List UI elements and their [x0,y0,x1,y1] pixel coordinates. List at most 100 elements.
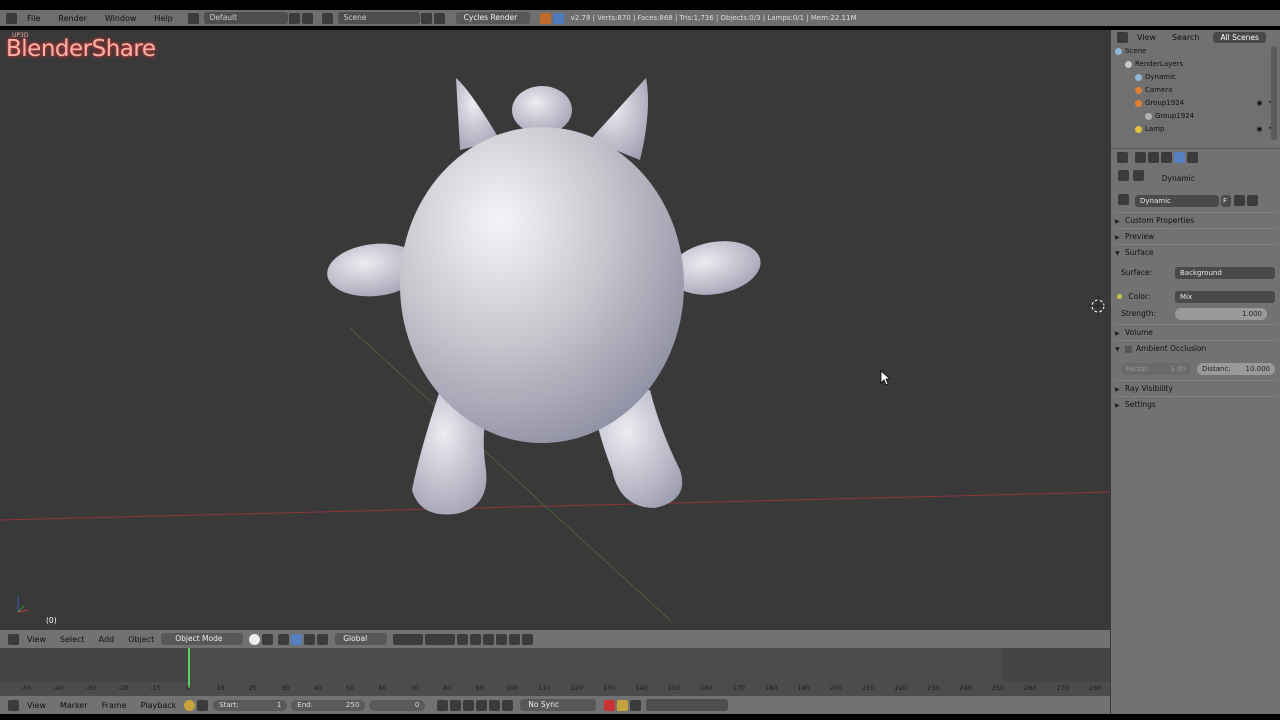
outliner-row-lamp[interactable]: Lamp ◉↖▣ [1135,123,1280,136]
current-frame-field[interactable]: 0 [369,699,426,711]
panel-surface[interactable]: ▼ Surface [1115,244,1277,260]
new-world-icon[interactable] [1234,195,1245,206]
timeline-menu-marker[interactable]: Marker [53,701,95,710]
auto-keying-icon[interactable] [184,699,196,711]
editor-type-icon-timeline[interactable] [8,699,19,711]
prev-keyframe-icon[interactable] [450,699,462,711]
panel-preview[interactable]: ▶ Preview [1115,228,1277,244]
keying-set-field[interactable] [646,699,729,711]
playhead[interactable] [188,648,190,688]
keying-set-icon[interactable] [617,699,629,711]
lock-layer-icon[interactable] [457,633,469,645]
mesh-object-group1924[interactable] [325,78,765,515]
outliner-row-renderlayers[interactable]: RenderLayers [1125,58,1280,71]
editor-type-icon[interactable] [6,12,17,24]
viewport-canvas[interactable] [0,30,1110,630]
start-frame-field[interactable]: Start: 1 [213,699,288,711]
transform-orientation[interactable]: Global [335,633,388,645]
fake-user-button[interactable]: F [1221,195,1231,207]
play-reverse-icon[interactable] [463,699,475,711]
render-tab-icon[interactable] [1135,151,1146,163]
outliner-row-mesh-data[interactable]: Group1924 [1145,110,1280,123]
add-scene-icon[interactable] [420,12,432,24]
proportional-edit-icon[interactable] [470,633,482,645]
jump-end-icon[interactable] [502,699,514,711]
preview-range-icon[interactable] [197,699,209,711]
object-tab-icon[interactable] [1187,151,1198,163]
panel-ambient-occlusion[interactable]: ▼ Ambient Occlusion [1115,340,1277,356]
ao-checkbox[interactable] [1125,345,1132,353]
pivot-icon[interactable] [262,633,274,645]
manipulator-icon[interactable] [278,633,290,645]
snap-icon[interactable] [483,633,495,645]
render-engine-selector[interactable]: Cycles Render [455,12,530,24]
outliner-row-group[interactable]: Group1924 ◉↖▣ [1135,97,1280,110]
color-socket-icon[interactable] [1117,294,1122,299]
menu-view[interactable]: View [20,635,53,644]
remove-scene-icon[interactable] [433,12,445,24]
menu-render[interactable]: Render [49,14,95,23]
outliner-row-world[interactable]: Dynamic [1135,71,1280,84]
snap-target-icon[interactable] [496,633,508,645]
color-input-selector[interactable]: Mix [1175,291,1275,303]
world-tab-icon[interactable] [1174,151,1185,163]
world-name-field[interactable]: Dynamic [1135,195,1219,207]
outliner-row-camera[interactable]: Camera [1135,84,1280,97]
insert-keyframe-icon[interactable] [630,699,642,711]
outliner-display-mode[interactable]: All Scenes [1213,31,1266,43]
rotate-icon[interactable] [304,633,316,645]
layers-icon-2[interactable] [425,633,456,645]
outliner-editor-icon[interactable] [1117,31,1128,43]
opengl-render-icon[interactable] [509,633,521,645]
properties-editor-icon[interactable] [1117,151,1128,163]
menu-add[interactable]: Add [92,635,122,644]
outliner-menu-view[interactable]: View [1129,33,1164,42]
outliner-tree[interactable]: Scene RenderLayers Dynamic Camera Group1… [1111,44,1280,140]
jump-start-icon[interactable] [437,699,449,711]
record-icon[interactable] [604,699,616,711]
unlink-world-icon[interactable] [1247,195,1258,206]
scene-tab-icon[interactable] [1161,151,1172,163]
opengl-anim-icon[interactable] [522,633,534,645]
scale-icon[interactable] [317,633,329,645]
3d-viewport[interactable]: UP3D BlenderShare (0) [0,30,1110,630]
end-frame-field[interactable]: End: 250 [291,699,366,711]
layout-selector[interactable]: Default [203,12,288,24]
mode-selector[interactable]: Object Mode [161,633,244,645]
menu-help[interactable]: Help [145,14,181,23]
outliner-menu-search[interactable]: Search [1164,33,1207,42]
layout-icon[interactable] [187,12,199,24]
menu-object[interactable]: Object [121,635,161,644]
ao-factor-field[interactable]: Factor: 1.00 [1121,363,1191,375]
strength-slider[interactable]: 1.000 [1175,308,1267,320]
timeline-menu-playback[interactable]: Playback [134,701,184,710]
sync-selector[interactable]: No Sync [520,699,597,711]
menu-select[interactable]: Select [53,635,92,644]
remove-layout-icon[interactable] [301,12,313,24]
panel-settings[interactable]: ▶ Settings [1115,396,1277,412]
menu-file[interactable]: File [18,14,49,23]
timeline-menu-frame[interactable]: Frame [95,701,134,710]
outliner-row-scene[interactable]: Scene [1115,45,1275,58]
editor-type-icon-3d[interactable] [8,633,19,645]
surface-shader-selector[interactable]: Background [1175,267,1275,279]
add-layout-icon[interactable] [288,12,300,24]
pin-icon[interactable] [1118,170,1129,181]
panel-custom-properties[interactable]: ▶ Custom Properties [1115,212,1277,228]
render-layers-tab-icon[interactable] [1148,151,1159,163]
menu-window[interactable]: Window [96,14,146,23]
panel-ray-visibility[interactable]: ▶ Ray Visibility [1115,380,1277,396]
translate-icon[interactable] [291,633,303,645]
timeline-menu-view[interactable]: View [20,701,53,710]
ao-distance-field[interactable]: Distanc: 10.000 [1197,363,1275,375]
layers-icon[interactable] [393,633,424,645]
timeline-editor[interactable]: -50 -40 -30 -20 -10 0 10 20 30 40 50 60 70 80 90 100 110… [0,648,1110,696]
world-browse-icon[interactable] [1118,194,1129,205]
scene-selector[interactable]: Scene [337,12,420,24]
play-icon[interactable] [476,699,488,711]
outliner-scrollbar[interactable] [1271,46,1277,140]
shading-icon[interactable] [249,633,261,645]
panel-volume[interactable]: ▶ Volume [1115,324,1277,340]
3d-cursor[interactable] [1088,296,1108,316]
next-keyframe-icon[interactable] [489,699,501,711]
